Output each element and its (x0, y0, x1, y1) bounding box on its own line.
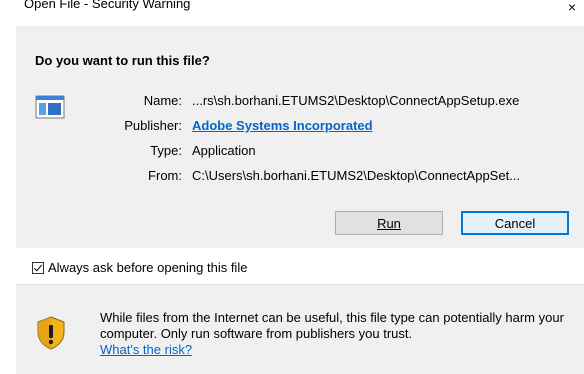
close-icon[interactable]: × (562, 0, 582, 17)
run-button[interactable]: Run (335, 211, 443, 235)
type-value: Application (192, 143, 256, 158)
run-button-label: Run (377, 215, 401, 231)
always-ask-row[interactable]: Always ask before opening this file (32, 260, 247, 275)
always-ask-checkbox[interactable] (32, 261, 44, 274)
always-ask-label[interactable]: Always ask before opening this file (48, 260, 247, 275)
from-value: C:\Users\sh.borhani.ETUMS2\Desktop\Conne… (192, 168, 521, 183)
publisher-label: Publisher: (124, 118, 182, 133)
publisher-link[interactable]: Adobe Systems Incorporated (192, 118, 373, 133)
from-label: From: (148, 168, 182, 183)
title-bar: Open File - Security Warning × (0, 0, 584, 26)
type-label: Type: (150, 143, 182, 158)
window-title: Open File - Security Warning (24, 0, 191, 11)
cancel-button[interactable]: Cancel (461, 211, 569, 235)
name-value: ...rs\sh.borhani.ETUMS2\Desktop\ConnectA… (192, 93, 520, 108)
name-label: Name: (143, 93, 182, 108)
dialog-question: Do you want to run this file? (35, 53, 210, 68)
application-icon (35, 95, 65, 119)
warning-message: While files from the Internet can be use… (100, 310, 564, 341)
whats-the-risk-link[interactable]: What's the risk? (100, 342, 192, 357)
shield-warning-icon (37, 316, 65, 350)
cancel-button-label: Cancel (494, 215, 536, 231)
warning-text-block: While files from the Internet can be use… (100, 310, 580, 358)
